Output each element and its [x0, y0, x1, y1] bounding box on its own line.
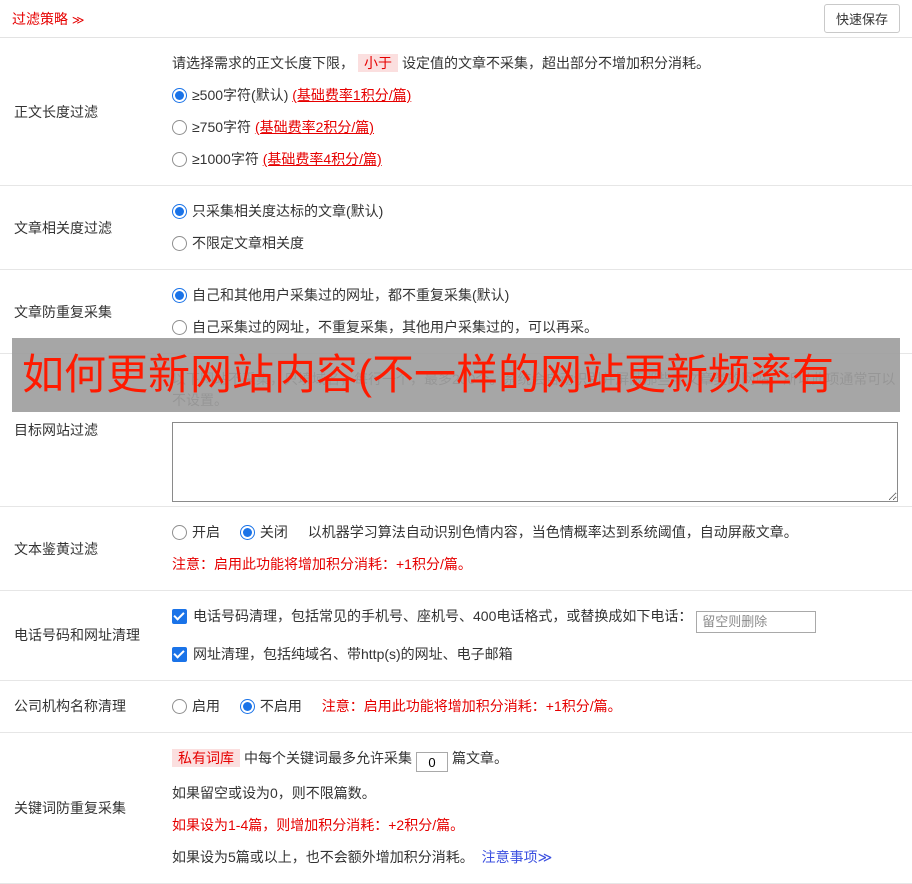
row-content-phone-url: 电话号码清理，包括常见的手机号、座机号、400电话格式，或替换成如下电话： 网址… [172, 591, 912, 680]
porn-filter-desc: 以机器学习算法自动识别色情内容，当色情概率达到系统阈值，自动屏蔽文章。 [308, 524, 798, 540]
overlay-banner: 如何更新网站内容(不一样的网站更新频率有 [12, 338, 900, 412]
radio-option-company-on[interactable]: 启用 [172, 698, 220, 714]
keyword-count-input[interactable] [416, 752, 448, 772]
radio-option-no-limit-relevance[interactable]: 不限定文章相关度 [172, 233, 902, 254]
option-label: 只采集相关度达标的文章(默认) [192, 203, 383, 219]
radio-icon[interactable] [172, 236, 187, 251]
company-cleanup-options: 启用 不启用 注意：启用此功能将增加积分消耗：+1积分/篇。 [172, 696, 902, 717]
radio-icon[interactable] [172, 699, 187, 714]
porn-filter-note: 注意：启用此功能将增加积分消耗：+1积分/篇。 [172, 554, 902, 575]
line4-text: 如果设为5篇或以上，也不会额外增加积分消耗。 [172, 849, 474, 865]
option-label: 自己和其他用户采集过的网址，都不重复采集(默认) [192, 287, 509, 303]
topbar: 过滤策略 ≫ 快速保存 [0, 0, 912, 38]
row-label-company-cleanup: 公司机构名称清理 [0, 681, 172, 732]
chevron-down-icon: ≫ [72, 13, 85, 27]
option-label: ≥750字符 [192, 119, 251, 135]
line1-post: 篇文章。 [452, 750, 508, 766]
notes-link[interactable]: 注意事项≫ [482, 849, 553, 865]
radio-option-1000[interactable]: ≥1000字符 (基础费率4积分/篇) [172, 149, 902, 170]
option-label: ≥500字符(默认) [192, 87, 288, 103]
row-content-relevance: 只采集相关度达标的文章(默认) 不限定文章相关度 [172, 186, 912, 269]
option-label: 不启用 [260, 698, 302, 714]
radio-icon[interactable] [172, 288, 187, 303]
replacement-phone-input[interactable] [696, 611, 816, 633]
private-lexicon-highlight: 私有词库 [172, 749, 240, 767]
checkbox-url-cleanup[interactable]: 网址清理，包括纯域名、带http(s)的网址、电子邮箱 [172, 644, 902, 665]
radio-option-relevant-only[interactable]: 只采集相关度达标的文章(默认) [172, 201, 902, 222]
radio-option-porn-on[interactable]: 开启 [172, 524, 220, 540]
radio-option-500[interactable]: ≥500字符(默认) (基础费率1积分/篇) [172, 85, 902, 106]
radio-icon[interactable] [172, 120, 187, 135]
radio-option-750[interactable]: ≥750字符 (基础费率2积分/篇) [172, 117, 902, 138]
checkbox-checked-icon[interactable] [172, 647, 187, 662]
keyword-dedup-line3: 如果设为1-4篇，则增加积分消耗：+2积分/篇。 [172, 815, 902, 836]
quick-save-button[interactable]: 快速保存 [824, 4, 900, 33]
option-label: 不限定文章相关度 [192, 235, 304, 251]
overlay-caption-text: 如何更新网站内容(不一样的网站更新频率有 [22, 354, 834, 396]
page-title[interactable]: 过滤策略 ≫ [12, 9, 84, 29]
intro-pre: 请选择需求的正文长度下限， [172, 55, 354, 71]
row-porn-filter: 文本鉴黄过滤 开启 关闭 以机器学习算法自动识别色情内容，当色情概率达到系统阈值… [0, 507, 912, 591]
porn-filter-options: 开启 关闭 以机器学习算法自动识别色情内容，当色情概率达到系统阈值，自动屏蔽文章… [172, 522, 902, 543]
radio-icon[interactable] [172, 320, 187, 335]
radio-option-company-off[interactable]: 不启用 [240, 698, 302, 714]
option-label: 网址清理，包括纯域名、带http(s)的网址、电子邮箱 [193, 646, 513, 662]
row-label-porn-filter: 文本鉴黄过滤 [0, 507, 172, 590]
radio-option-porn-off[interactable]: 关闭 [240, 524, 288, 540]
option-rate-note: (基础费率1积分/篇) [292, 87, 411, 103]
radio-icon[interactable] [172, 204, 187, 219]
row-keyword-dedup: 关键词防重复采集 私有词库中每个关键词最多允许采集 篇文章。 如果留空或设为0，则… [0, 733, 912, 884]
option-label: 电话号码清理，包括常见的手机号、座机号、400电话格式，或替换成如下电话： [193, 608, 692, 624]
radio-icon[interactable] [172, 88, 187, 103]
line1-text: 中每个关键词最多允许采集 [244, 750, 412, 766]
option-label: 关闭 [260, 524, 288, 540]
row-relevance-filter: 文章相关度过滤 只采集相关度达标的文章(默认) 不限定文章相关度 [0, 186, 912, 270]
row-length-filter: 正文长度过滤 请选择需求的正文长度下限，小于设定值的文章不采集，超出部分不增加积… [0, 38, 912, 186]
radio-option-dedup-self-only[interactable]: 自己采集过的网址，不重复采集，其他用户采集过的，可以再采。 [172, 317, 902, 338]
radio-icon[interactable] [172, 525, 187, 540]
option-label: 启用 [192, 698, 220, 714]
page-title-text: 过滤策略 [12, 11, 68, 27]
row-content-length-filter: 请选择需求的正文长度下限，小于设定值的文章不采集，超出部分不增加积分消耗。 ≥5… [172, 38, 912, 185]
length-filter-intro: 请选择需求的正文长度下限，小于设定值的文章不采集，超出部分不增加积分消耗。 [172, 53, 902, 74]
keyword-dedup-line1: 私有词库中每个关键词最多允许采集 篇文章。 [172, 748, 902, 773]
keyword-dedup-line2: 如果留空或设为0，则不限篇数。 [172, 783, 902, 804]
option-label: 开启 [192, 524, 220, 540]
row-label-length-filter: 正文长度过滤 [0, 38, 172, 185]
company-cleanup-note: 注意：启用此功能将增加积分消耗：+1积分/篇。 [322, 698, 622, 714]
row-content-porn-filter: 开启 关闭 以机器学习算法自动识别色情内容，当色情概率达到系统阈值，自动屏蔽文章… [172, 507, 912, 590]
phone-cleanup-option: 电话号码清理，包括常见的手机号、座机号、400电话格式，或替换成如下电话： [172, 606, 902, 633]
row-company-cleanup: 公司机构名称清理 启用 不启用 注意：启用此功能将增加积分消耗：+1积分/篇。 [0, 681, 912, 733]
row-content-keyword-dedup: 私有词库中每个关键词最多允许采集 篇文章。 如果留空或设为0，则不限篇数。 如果设… [172, 733, 912, 884]
option-rate-note: (基础费率4积分/篇) [263, 151, 382, 167]
intro-post: 设定值的文章不采集，超出部分不增加积分消耗。 [402, 55, 710, 71]
row-label-keyword-dedup: 关键词防重复采集 [0, 733, 172, 884]
row-content-company-cleanup: 启用 不启用 注意：启用此功能将增加积分消耗：+1积分/篇。 [172, 681, 912, 732]
option-label: 自己采集过的网址，不重复采集，其他用户采集过的，可以再采。 [192, 319, 598, 335]
radio-icon[interactable] [240, 525, 255, 540]
option-rate-note: (基础费率2积分/篇) [255, 119, 374, 135]
row-label-phone-url: 电话号码和网址清理 [0, 591, 172, 680]
checkbox-phone-cleanup[interactable]: 电话号码清理，包括常见的手机号、座机号、400电话格式，或替换成如下电话： [172, 608, 692, 624]
radio-icon[interactable] [172, 152, 187, 167]
less-than-highlight: 小于 [358, 54, 398, 72]
checkbox-checked-icon[interactable] [172, 609, 187, 624]
option-label: ≥1000字符 [192, 151, 259, 167]
row-phone-url-cleanup: 电话号码和网址清理 电话号码清理，包括常见的手机号、座机号、400电话格式，或替… [0, 591, 912, 681]
row-label-relevance: 文章相关度过滤 [0, 186, 172, 269]
radio-icon[interactable] [240, 699, 255, 714]
blocked-domains-textarea[interactable] [172, 422, 898, 502]
keyword-dedup-line4: 如果设为5篇或以上，也不会额外增加积分消耗。 注意事项≫ [172, 847, 902, 868]
radio-option-dedup-all-users[interactable]: 自己和其他用户采集过的网址，都不重复采集(默认) [172, 285, 902, 306]
